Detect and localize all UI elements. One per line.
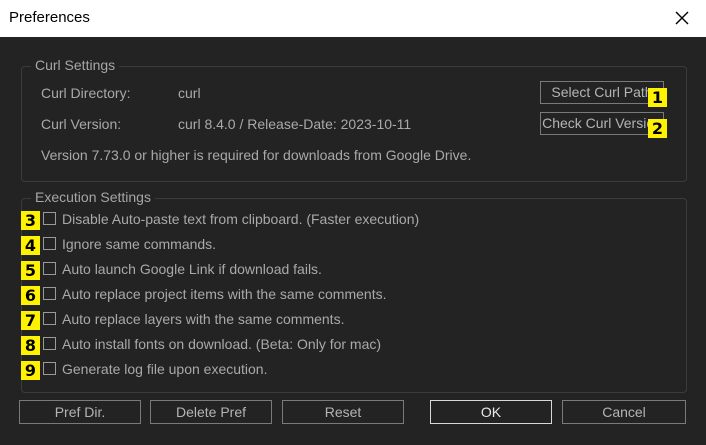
curl-version-requirement-note: Version 7.73.0 or higher is required for…: [41, 147, 472, 163]
check-curl-version-button[interactable]: Check Curl Version: [540, 112, 664, 135]
pref-dir-button[interactable]: Pref Dir.: [19, 400, 141, 424]
option-checkbox-auto-replace-project-items[interactable]: [43, 287, 56, 300]
close-button[interactable]: [668, 4, 696, 32]
annotation-badge-2: 2: [648, 119, 667, 138]
curl-directory-label: Curl Directory:: [41, 85, 131, 101]
annotation-badge-3: 3: [21, 211, 40, 230]
option-checkbox-auto-launch-google-link[interactable]: [43, 262, 56, 275]
annotation-badge-1: 1: [648, 88, 667, 107]
option-label-auto-launch-google-link: Auto launch Google Link if download fail…: [62, 261, 322, 277]
option-label-auto-replace-layers: Auto replace layers with the same commen…: [62, 311, 345, 327]
curl-version-label: Curl Version:: [41, 116, 122, 132]
option-checkbox-auto-replace-layers[interactable]: [43, 312, 56, 325]
annotation-badge-4: 4: [21, 236, 40, 255]
curl-settings-title: Curl Settings: [31, 57, 120, 73]
select-curl-path-button[interactable]: Select Curl Path: [540, 81, 664, 104]
option-label-ignore-same-commands: Ignore same commands.: [62, 236, 217, 252]
curl-version-value: curl 8.4.0 / Release-Date: 2023-10-11: [178, 116, 412, 132]
preferences-dialog: Preferences Curl Settings Curl Directory…: [0, 0, 706, 445]
reset-button[interactable]: Reset: [282, 400, 404, 424]
annotation-badge-8: 8: [21, 336, 40, 355]
close-icon: [675, 11, 689, 25]
title-bar: Preferences: [0, 0, 706, 37]
cancel-button[interactable]: Cancel: [562, 400, 686, 424]
annotation-badge-6: 6: [21, 286, 40, 305]
option-label-disable-auto-paste: Disable Auto-paste text from clipboard. …: [62, 211, 420, 227]
option-checkbox-auto-install-fonts[interactable]: [43, 337, 56, 350]
curl-directory-value: curl: [178, 85, 201, 101]
option-checkbox-generate-log-file[interactable]: [43, 362, 56, 375]
option-label-generate-log-file: Generate log file upon execution.: [62, 361, 268, 377]
annotation-badge-9: 9: [21, 361, 40, 380]
option-label-auto-replace-project-items: Auto replace project items with the same…: [62, 286, 387, 302]
execution-settings-title: Execution Settings: [31, 189, 155, 205]
ok-button[interactable]: OK: [430, 400, 552, 424]
option-label-auto-install-fonts: Auto install fonts on download. (Beta: O…: [62, 336, 382, 352]
annotation-badge-7: 7: [21, 311, 40, 330]
annotation-badge-5: 5: [21, 261, 40, 280]
option-checkbox-ignore-same-commands[interactable]: [43, 237, 56, 250]
window-title: Preferences: [9, 9, 90, 26]
option-checkbox-disable-auto-paste[interactable]: [43, 212, 56, 225]
delete-pref-button[interactable]: Delete Pref: [150, 400, 272, 424]
